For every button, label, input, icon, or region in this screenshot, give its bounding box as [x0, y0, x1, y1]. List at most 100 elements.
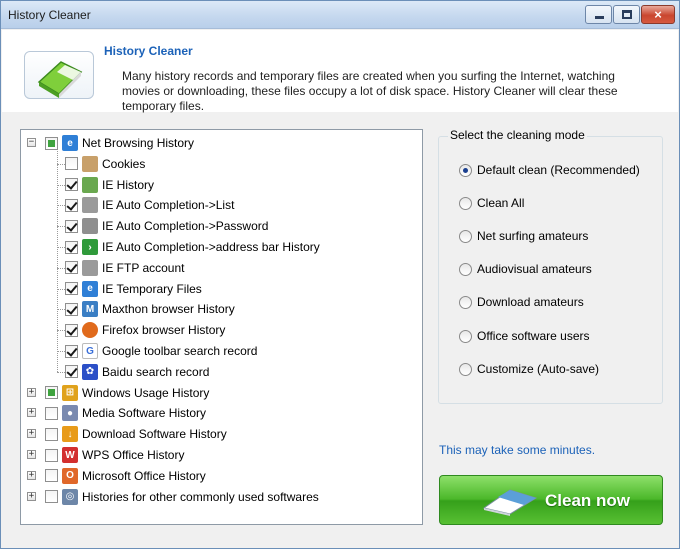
tree-item[interactable]: G Google toolbar search record: [65, 341, 257, 361]
maximize-button[interactable]: [613, 5, 640, 24]
tree-checkbox[interactable]: [65, 261, 78, 275]
history-tree[interactable]: − e Net Browsing History Cookies IE History I…: [20, 129, 423, 525]
tree-label: IE History: [102, 177, 155, 192]
history-cleaner-window: History Cleaner × History Cleaner Many h…: [0, 0, 680, 549]
tree-checkbox[interactable]: [65, 178, 78, 192]
radio-button[interactable]: [459, 229, 472, 243]
tree-checkbox[interactable]: [65, 323, 78, 337]
tree-label: Windows Usage History: [82, 385, 210, 400]
tree-checkbox[interactable]: [65, 282, 78, 296]
tree-item[interactable]: IE History: [65, 175, 154, 195]
tree-label: Firefox browser History: [102, 323, 226, 338]
tree-item[interactable]: IE FTP account: [65, 258, 184, 278]
tree-checkbox[interactable]: [45, 406, 58, 420]
tree-checkbox[interactable]: [45, 136, 58, 150]
close-icon: ×: [654, 7, 662, 22]
cleaning-mode-option[interactable]: Customize (Auto-save): [459, 362, 599, 376]
radio-button[interactable]: [459, 295, 472, 309]
collapse-icon[interactable]: −: [27, 138, 36, 147]
download-icon: ↓: [62, 426, 78, 443]
expand-icon[interactable]: +: [27, 450, 36, 459]
tree-checkbox[interactable]: [45, 448, 58, 462]
expand-icon[interactable]: +: [27, 429, 36, 439]
eraser-icon: [482, 489, 538, 516]
tree-checkbox[interactable]: [45, 490, 58, 504]
cleaning-mode-option[interactable]: Default clean (Recommended): [459, 163, 640, 177]
tree-label: Cookies: [102, 156, 146, 171]
minimize-button[interactable]: [585, 5, 612, 24]
close-button[interactable]: ×: [641, 5, 675, 24]
tree-label: IE Temporary Files: [102, 281, 202, 296]
radio-label: Download amateurs: [477, 295, 584, 309]
tree-item[interactable]: e IE Temporary Files: [65, 279, 202, 299]
tree-label: Maxthon browser History: [102, 302, 235, 317]
tree-item[interactable]: › IE Auto Completion->address bar History: [65, 237, 320, 257]
title-bar[interactable]: History Cleaner ×: [1, 1, 679, 29]
tree-group[interactable]: e Net Browsing History: [45, 133, 194, 153]
cleaning-mode-option[interactable]: Net surfing amateurs: [459, 229, 588, 243]
tree-item[interactable]: Cookies: [65, 154, 145, 174]
tree-connector: [57, 309, 65, 311]
cleaning-mode-option[interactable]: Audiovisual amateurs: [459, 262, 592, 276]
radio-button[interactable]: [459, 262, 472, 276]
tree-item[interactable]: Firefox browser History: [65, 320, 225, 340]
tree-label: IE Auto Completion->Password: [102, 219, 269, 234]
tree-checkbox[interactable]: [45, 386, 58, 400]
tree-label: Google toolbar search record: [102, 344, 258, 358]
header-panel: History Cleaner Many history records and…: [2, 30, 678, 113]
eraser-logo-icon: [24, 51, 94, 99]
tree-item[interactable]: IE Auto Completion->Password: [65, 216, 268, 236]
office-icon: O: [62, 467, 78, 484]
tree-label: Histories for other commonly used softwa…: [82, 489, 319, 504]
tree-checkbox[interactable]: [45, 469, 58, 483]
tree-connector: [57, 163, 65, 165]
tree-group[interactable]: O Microsoft Office History: [45, 466, 206, 486]
expand-icon[interactable]: +: [27, 408, 36, 418]
expand-icon[interactable]: +: [27, 491, 36, 501]
tree-label: IE FTP account: [102, 260, 185, 275]
header-title: History Cleaner: [104, 44, 193, 58]
tree-group[interactable]: ◎ Histories for other commonly used softw…: [45, 487, 319, 507]
tree-connector: [57, 371, 65, 373]
tree-checkbox[interactable]: [65, 302, 78, 316]
time-note: This may take some minutes.: [439, 443, 596, 457]
tree-group[interactable]: ● Media Software History: [45, 403, 206, 423]
tree-checkbox[interactable]: [65, 198, 78, 212]
tree-group[interactable]: ⊞ Windows Usage History: [45, 383, 209, 403]
wps-icon: W: [62, 447, 78, 463]
tree-item[interactable]: ✿ Baidu search record: [65, 362, 209, 382]
tree-item[interactable]: IE Auto Completion->List: [65, 195, 234, 215]
clean-now-button[interactable]: Clean now: [439, 475, 663, 525]
ie-icon: e: [82, 280, 98, 297]
tree-connector: [57, 226, 65, 228]
tree-checkbox[interactable]: [45, 427, 58, 441]
expand-icon[interactable]: +: [27, 470, 36, 480]
tree-group[interactable]: W WPS Office History: [45, 445, 184, 465]
radio-label: Office software users: [477, 329, 590, 343]
tree-checkbox[interactable]: [65, 219, 78, 233]
tree-connector: [57, 205, 65, 207]
tree-label: Download Software History: [82, 427, 227, 442]
radio-button[interactable]: [459, 163, 472, 177]
expand-icon[interactable]: +: [27, 387, 36, 397]
ftp-icon: [82, 259, 98, 276]
radio-label: Default clean (Recommended): [477, 163, 640, 177]
header-description: Many history records and temporary files…: [122, 69, 618, 113]
software-icon: ◎: [62, 488, 78, 505]
arrow-icon: ›: [82, 239, 98, 255]
cleaning-mode-option[interactable]: Download amateurs: [459, 295, 584, 309]
radio-button[interactable]: [459, 196, 472, 210]
tree-checkbox[interactable]: [65, 157, 78, 171]
tree-checkbox[interactable]: [65, 344, 78, 358]
tree-checkbox[interactable]: [65, 240, 78, 254]
radio-button[interactable]: [459, 329, 472, 343]
tree-connector: [57, 330, 65, 332]
cleaning-mode-option[interactable]: Clean All: [459, 196, 524, 210]
tree-item[interactable]: M Maxthon browser History: [65, 299, 235, 319]
cleaning-mode-option[interactable]: Office software users: [459, 329, 590, 343]
radio-button[interactable]: [459, 362, 472, 376]
firefox-icon: [82, 322, 98, 339]
tree-checkbox[interactable]: [65, 365, 78, 379]
tree-group[interactable]: ↓ Download Software History: [45, 424, 227, 444]
ie-icon: e: [62, 135, 78, 151]
